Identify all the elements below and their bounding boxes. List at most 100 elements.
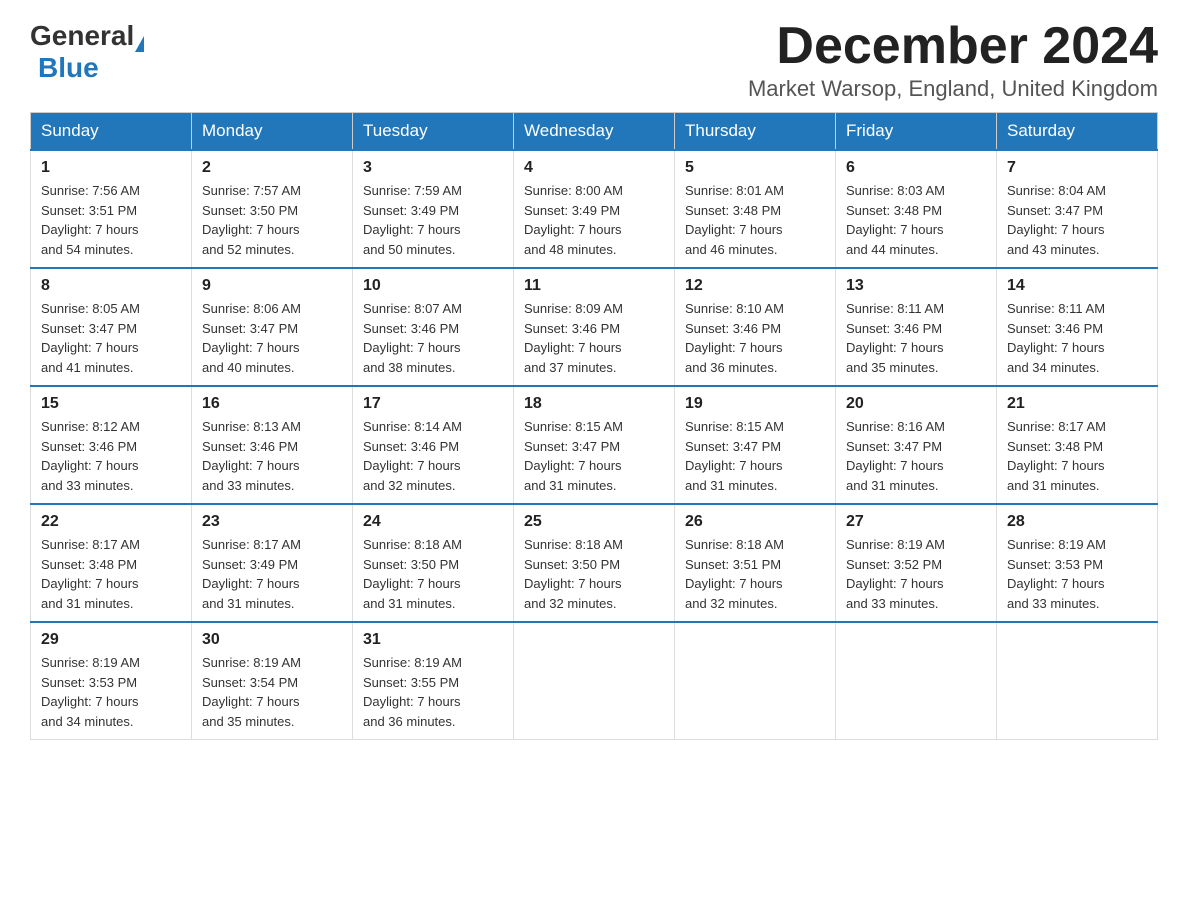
calendar-cell: 5Sunrise: 8:01 AM Sunset: 3:48 PM Daylig… <box>675 150 836 268</box>
day-info: Sunrise: 8:05 AM Sunset: 3:47 PM Dayligh… <box>41 299 181 377</box>
day-info: Sunrise: 8:16 AM Sunset: 3:47 PM Dayligh… <box>846 417 986 495</box>
calendar-cell: 8 Sunrise: 8:05 AM Sunset: 3:47 PM Daylig… <box>31 268 192 386</box>
calendar-cell: 10 Sunrise: 8:07 AM Sunset: 3:46 PM Dayli… <box>353 268 514 386</box>
day-number: 1 <box>41 159 181 177</box>
day-info: Sunrise: 8:01 AM Sunset: 3:48 PM Dayligh… <box>685 181 825 259</box>
calendar-cell: 26 Sunrise: 8:18 AM Sunset: 3:51 PM Dayli… <box>675 504 836 622</box>
day-info: Sunrise: 7:56 AM Sunset: 3:51 PM Dayligh… <box>41 181 181 259</box>
day-number: 8 <box>41 277 181 295</box>
day-info: Sunrise: 8:11 AM Sunset: 3:46 PM Dayligh… <box>1007 299 1147 377</box>
logo-general-text: General <box>30 20 134 52</box>
calendar-cell: 24 Sunrise: 8:18 AM Sunset: 3:50 PM Dayli… <box>353 504 514 622</box>
day-number: 6 <box>846 159 986 177</box>
calendar-cell: 7Sunrise: 8:04 AM Sunset: 3:47 PM Daylig… <box>997 150 1158 268</box>
day-number: 17 <box>363 395 503 413</box>
day-number: 26 <box>685 513 825 531</box>
week-row-2: 8 Sunrise: 8:05 AM Sunset: 3:47 PM Daylig… <box>31 268 1158 386</box>
calendar-cell: 11 Sunrise: 8:09 AM Sunset: 3:46 PM Dayli… <box>514 268 675 386</box>
day-number: 11 <box>524 277 664 295</box>
day-number: 24 <box>363 513 503 531</box>
title-area: December 2024 Market Warsop, England, Un… <box>748 20 1158 102</box>
day-info: Sunrise: 8:07 AM Sunset: 3:46 PM Dayligh… <box>363 299 503 377</box>
weekday-header-row: SundayMondayTuesdayWednesdayThursdayFrid… <box>31 113 1158 151</box>
calendar-cell: 25 Sunrise: 8:18 AM Sunset: 3:50 PM Dayli… <box>514 504 675 622</box>
day-info: Sunrise: 8:03 AM Sunset: 3:48 PM Dayligh… <box>846 181 986 259</box>
day-number: 9 <box>202 277 342 295</box>
calendar-cell: 6 Sunrise: 8:03 AM Sunset: 3:48 PM Daylig… <box>836 150 997 268</box>
calendar-cell: 12 Sunrise: 8:10 AM Sunset: 3:46 PM Dayli… <box>675 268 836 386</box>
day-number: 27 <box>846 513 986 531</box>
day-info: Sunrise: 8:17 AM Sunset: 3:49 PM Dayligh… <box>202 535 342 613</box>
calendar-cell: 28 Sunrise: 8:19 AM Sunset: 3:53 PM Dayli… <box>997 504 1158 622</box>
calendar-cell: 30 Sunrise: 8:19 AM Sunset: 3:54 PM Dayli… <box>192 622 353 740</box>
calendar-cell: 2 Sunrise: 7:57 AM Sunset: 3:50 PM Daylig… <box>192 150 353 268</box>
weekday-header-wednesday: Wednesday <box>514 113 675 151</box>
day-number: 22 <box>41 513 181 531</box>
day-info: Sunrise: 8:19 AM Sunset: 3:54 PM Dayligh… <box>202 653 342 731</box>
calendar-cell: 27 Sunrise: 8:19 AM Sunset: 3:52 PM Dayli… <box>836 504 997 622</box>
day-number: 14 <box>1007 277 1147 295</box>
day-info: Sunrise: 8:00 AM Sunset: 3:49 PM Dayligh… <box>524 181 664 259</box>
week-row-4: 22 Sunrise: 8:17 AM Sunset: 3:48 PM Dayli… <box>31 504 1158 622</box>
calendar-cell: 1 Sunrise: 7:56 AM Sunset: 3:51 PM Daylig… <box>31 150 192 268</box>
day-number: 15 <box>41 395 181 413</box>
calendar-cell: 17 Sunrise: 8:14 AM Sunset: 3:46 PM Dayli… <box>353 386 514 504</box>
week-row-1: 1 Sunrise: 7:56 AM Sunset: 3:51 PM Daylig… <box>31 150 1158 268</box>
calendar-cell <box>997 622 1158 740</box>
day-info: Sunrise: 8:19 AM Sunset: 3:53 PM Dayligh… <box>1007 535 1147 613</box>
month-year-title: December 2024 <box>748 20 1158 72</box>
day-info: Sunrise: 8:04 AM Sunset: 3:47 PM Dayligh… <box>1007 181 1147 259</box>
day-info: Sunrise: 8:14 AM Sunset: 3:46 PM Dayligh… <box>363 417 503 495</box>
week-row-5: 29 Sunrise: 8:19 AM Sunset: 3:53 PM Dayli… <box>31 622 1158 740</box>
day-info: Sunrise: 8:19 AM Sunset: 3:53 PM Dayligh… <box>41 653 181 731</box>
day-number: 29 <box>41 631 181 649</box>
logo-blue-text: Blue <box>38 52 99 84</box>
calendar-cell: 22 Sunrise: 8:17 AM Sunset: 3:48 PM Dayli… <box>31 504 192 622</box>
location-subtitle: Market Warsop, England, United Kingdom <box>748 76 1158 102</box>
day-number: 30 <box>202 631 342 649</box>
day-number: 19 <box>685 395 825 413</box>
day-info: Sunrise: 8:19 AM Sunset: 3:55 PM Dayligh… <box>363 653 503 731</box>
day-number: 2 <box>202 159 342 177</box>
calendar-cell: 20 Sunrise: 8:16 AM Sunset: 3:47 PM Dayli… <box>836 386 997 504</box>
calendar-cell: 21Sunrise: 8:17 AM Sunset: 3:48 PM Dayli… <box>997 386 1158 504</box>
calendar-cell <box>836 622 997 740</box>
day-info: Sunrise: 8:09 AM Sunset: 3:46 PM Dayligh… <box>524 299 664 377</box>
day-info: Sunrise: 8:17 AM Sunset: 3:48 PM Dayligh… <box>41 535 181 613</box>
logo-arrow-icon <box>135 36 144 52</box>
day-info: Sunrise: 8:18 AM Sunset: 3:50 PM Dayligh… <box>363 535 503 613</box>
day-number: 20 <box>846 395 986 413</box>
day-info: Sunrise: 7:59 AM Sunset: 3:49 PM Dayligh… <box>363 181 503 259</box>
day-info: Sunrise: 8:13 AM Sunset: 3:46 PM Dayligh… <box>202 417 342 495</box>
day-info: Sunrise: 8:10 AM Sunset: 3:46 PM Dayligh… <box>685 299 825 377</box>
day-info: Sunrise: 8:11 AM Sunset: 3:46 PM Dayligh… <box>846 299 986 377</box>
day-number: 18 <box>524 395 664 413</box>
weekday-header-saturday: Saturday <box>997 113 1158 151</box>
calendar-cell <box>514 622 675 740</box>
calendar-cell: 18Sunrise: 8:15 AM Sunset: 3:47 PM Dayli… <box>514 386 675 504</box>
day-number: 10 <box>363 277 503 295</box>
day-info: Sunrise: 8:17 AM Sunset: 3:48 PM Dayligh… <box>1007 417 1147 495</box>
day-number: 31 <box>363 631 503 649</box>
day-number: 12 <box>685 277 825 295</box>
calendar-cell: 13Sunrise: 8:11 AM Sunset: 3:46 PM Dayli… <box>836 268 997 386</box>
week-row-3: 15Sunrise: 8:12 AM Sunset: 3:46 PM Dayli… <box>31 386 1158 504</box>
day-number: 25 <box>524 513 664 531</box>
header: General Blue December 2024 Market Warsop… <box>30 20 1158 102</box>
day-number: 23 <box>202 513 342 531</box>
weekday-header-sunday: Sunday <box>31 113 192 151</box>
day-info: Sunrise: 8:18 AM Sunset: 3:50 PM Dayligh… <box>524 535 664 613</box>
day-info: Sunrise: 8:19 AM Sunset: 3:52 PM Dayligh… <box>846 535 986 613</box>
day-number: 28 <box>1007 513 1147 531</box>
calendar-cell: 29 Sunrise: 8:19 AM Sunset: 3:53 PM Dayli… <box>31 622 192 740</box>
calendar-cell <box>675 622 836 740</box>
calendar-cell: 9 Sunrise: 8:06 AM Sunset: 3:47 PM Daylig… <box>192 268 353 386</box>
weekday-header-friday: Friday <box>836 113 997 151</box>
weekday-header-tuesday: Tuesday <box>353 113 514 151</box>
day-info: Sunrise: 8:06 AM Sunset: 3:47 PM Dayligh… <box>202 299 342 377</box>
day-info: Sunrise: 7:57 AM Sunset: 3:50 PM Dayligh… <box>202 181 342 259</box>
day-info: Sunrise: 8:15 AM Sunset: 3:47 PM Dayligh… <box>685 417 825 495</box>
day-info: Sunrise: 8:18 AM Sunset: 3:51 PM Dayligh… <box>685 535 825 613</box>
day-number: 3 <box>363 159 503 177</box>
logo: General Blue <box>30 20 145 84</box>
